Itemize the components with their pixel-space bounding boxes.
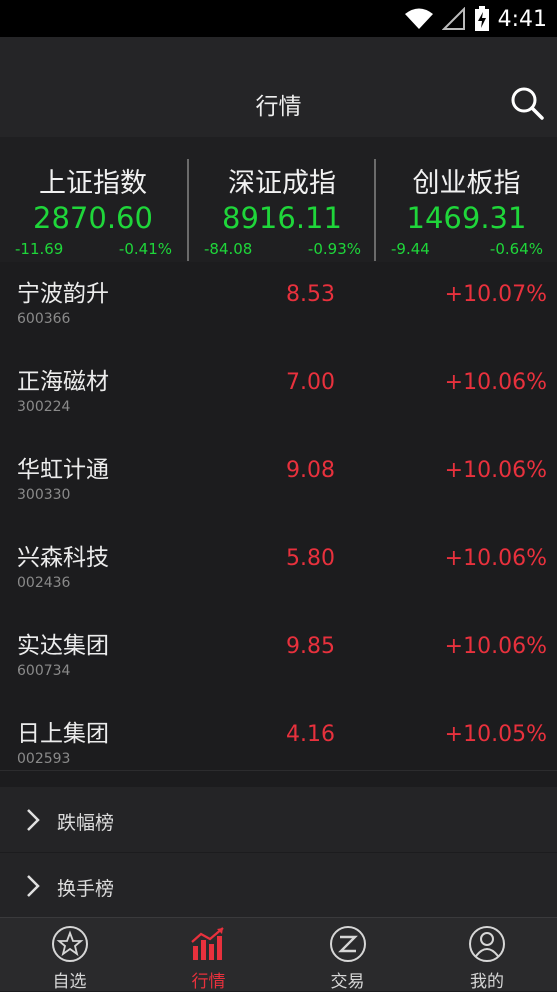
tab-label: 交易 bbox=[330, 972, 365, 992]
stock-change-percent: +10.06% bbox=[444, 634, 547, 659]
section-label: 换手榜 bbox=[57, 878, 115, 900]
index-chinext[interactable]: 创业板指 1469.31 -9.44 -0.64% bbox=[376, 137, 557, 262]
stock-code: 300224 bbox=[17, 399, 71, 415]
index-name: 上证指数 bbox=[39, 168, 147, 199]
stock-code: 600366 bbox=[17, 311, 71, 327]
stock-change-percent: +10.06% bbox=[444, 546, 547, 571]
tab-market[interactable]: 行情 bbox=[139, 918, 278, 992]
tab-label: 行情 bbox=[191, 972, 226, 992]
index-change: -11.69 bbox=[15, 240, 64, 258]
stock-code: 002593 bbox=[17, 751, 71, 767]
section-turnover[interactable]: 换手榜 bbox=[0, 853, 557, 918]
table-row[interactable]: 日上集团 002593 4.16 +10.05% bbox=[0, 682, 557, 771]
index-percent: -0.64% bbox=[489, 240, 543, 258]
table-row[interactable]: 正海磁材 300224 7.00 +10.06% bbox=[0, 330, 557, 419]
stock-name: 实达集团 bbox=[17, 633, 109, 659]
stock-price: 5.80 bbox=[286, 546, 335, 571]
stock-name: 宁波韵升 bbox=[17, 281, 109, 307]
tab-profile[interactable]: 我的 bbox=[417, 918, 557, 992]
stock-name: 日上集团 bbox=[17, 721, 109, 747]
tab-favorites[interactable]: 自选 bbox=[0, 918, 139, 992]
stock-code: 002436 bbox=[17, 575, 71, 591]
index-name: 深证成指 bbox=[228, 168, 336, 199]
index-name: 创业板指 bbox=[412, 168, 521, 199]
app-header: 行情 bbox=[0, 37, 557, 137]
stock-price: 8.53 bbox=[286, 282, 335, 307]
status-time: 4:41 bbox=[497, 6, 547, 32]
index-percent: -0.41% bbox=[118, 240, 172, 258]
stock-code: 300330 bbox=[17, 487, 71, 503]
stock-name: 正海磁材 bbox=[17, 369, 109, 395]
index-change: -84.08 bbox=[204, 240, 253, 258]
stock-price: 4.16 bbox=[286, 722, 335, 747]
stock-name: 华虹计通 bbox=[17, 457, 109, 483]
user-icon bbox=[469, 926, 505, 962]
chevron-right-icon bbox=[27, 875, 40, 897]
stock-change-percent: +10.06% bbox=[444, 370, 547, 395]
chevron-right-icon bbox=[27, 809, 40, 831]
index-value: 1469.31 bbox=[406, 201, 527, 235]
tab-trade[interactable]: 交易 bbox=[278, 918, 417, 992]
table-row[interactable]: 宁波韵升 600366 8.53 +10.07% bbox=[0, 262, 557, 331]
trade-icon bbox=[329, 926, 366, 962]
chart-icon bbox=[190, 927, 224, 960]
wifi-icon bbox=[404, 8, 433, 29]
tab-label: 我的 bbox=[470, 972, 504, 992]
search-icon[interactable] bbox=[509, 85, 545, 121]
page-title: 行情 bbox=[255, 94, 302, 120]
table-row[interactable]: 兴森科技 002436 5.80 +10.06% bbox=[0, 506, 557, 595]
section-label: 跌幅榜 bbox=[57, 812, 115, 834]
signal-icon bbox=[441, 7, 465, 30]
stock-price: 9.85 bbox=[286, 634, 335, 659]
stock-change-percent: +10.07% bbox=[444, 282, 547, 307]
stock-name: 兴森科技 bbox=[17, 545, 109, 571]
market-indices: 上证指数 2870.60 -11.69 -0.41% 深证成指 8916.11 … bbox=[0, 137, 557, 262]
table-row[interactable]: 实达集团 600734 9.85 +10.06% bbox=[0, 594, 557, 683]
index-value: 2870.60 bbox=[33, 201, 153, 235]
battery-icon bbox=[474, 6, 489, 31]
index-shanghai[interactable]: 上证指数 2870.60 -11.69 -0.41% bbox=[0, 137, 186, 262]
section-losers[interactable]: 跌幅榜 bbox=[0, 787, 557, 852]
star-icon bbox=[51, 926, 88, 962]
stock-change-percent: +10.05% bbox=[444, 722, 547, 747]
index-percent: -0.93% bbox=[307, 240, 361, 258]
table-row[interactable]: 华虹计通 300330 9.08 +10.06% bbox=[0, 418, 557, 507]
tab-label: 自选 bbox=[52, 972, 87, 992]
stock-change-percent: +10.06% bbox=[444, 458, 547, 483]
stock-price: 7.00 bbox=[286, 370, 335, 395]
index-shenzhen[interactable]: 深证成指 8916.11 -84.08 -0.93% bbox=[189, 137, 375, 262]
stock-price: 9.08 bbox=[286, 458, 335, 483]
index-value: 8916.11 bbox=[222, 201, 342, 235]
index-change: -9.44 bbox=[391, 240, 430, 258]
bottom-tab-bar: 自选 行情 交易 我的 bbox=[0, 918, 557, 992]
status-bar: 4:41 bbox=[0, 0, 557, 37]
stock-code: 600734 bbox=[17, 663, 71, 679]
gainers-list: 宁波韵升 600366 8.53 +10.07% 正海磁材 300224 7.0… bbox=[0, 262, 557, 787]
